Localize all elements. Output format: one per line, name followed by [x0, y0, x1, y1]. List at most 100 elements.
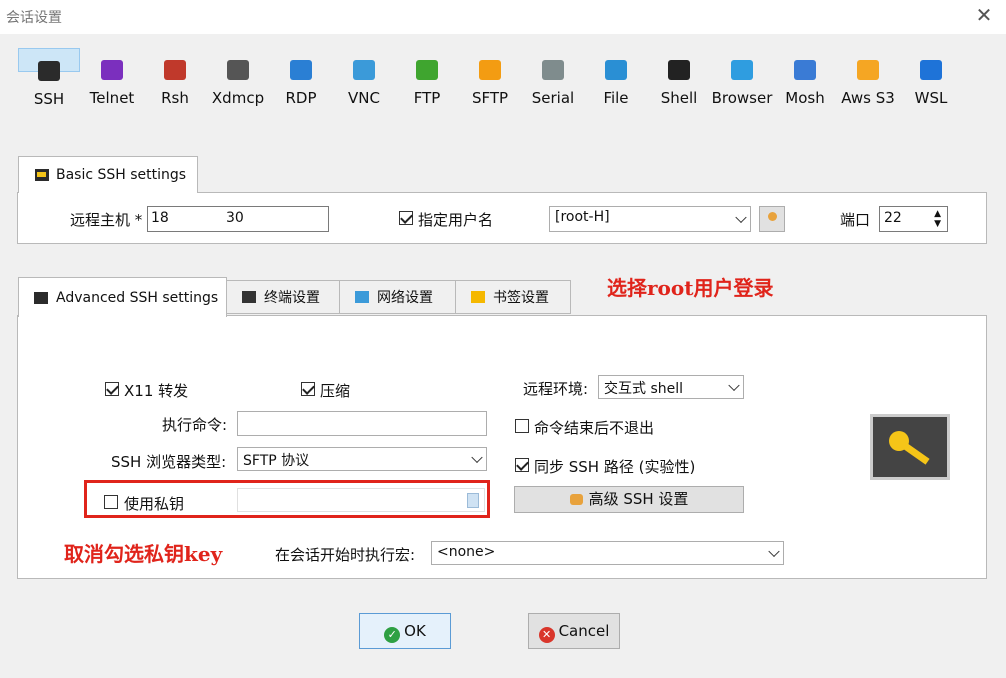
protocol-shell[interactable]: Shell — [648, 48, 710, 118]
protocol-label: Rsh — [161, 89, 189, 107]
serial-plug-icon — [542, 60, 564, 80]
file-browse-icon[interactable] — [467, 493, 479, 508]
rsh-icon — [164, 60, 186, 80]
private-key-input[interactable] — [237, 488, 485, 512]
browser-type-select[interactable]: SFTP 协议 — [237, 447, 487, 471]
ssh-key-icon — [35, 169, 49, 181]
chevron-down-icon — [735, 211, 747, 224]
tab-bookmark-settings[interactable]: 书签设置 — [455, 280, 571, 314]
protocol-sftp[interactable]: SFTP — [459, 48, 521, 118]
sync-path-label: 同步 SSH 路径 (实验性) — [534, 458, 696, 476]
protocol-label: Mosh — [785, 89, 825, 107]
macro-select[interactable]: <none> — [431, 541, 784, 565]
telnet-icon — [101, 60, 123, 80]
user-icon — [768, 212, 777, 221]
specify-user-checkbox[interactable] — [399, 211, 413, 225]
advanced-ssh-button[interactable]: 高级 SSH 设置 — [514, 486, 744, 513]
protocol-label: Shell — [660, 89, 698, 107]
remote-env-label: 远程环境: — [523, 380, 589, 398]
sync-path-checkbox[interactable] — [515, 458, 529, 472]
tab-label: 书签设置 — [493, 290, 549, 306]
protocol-file[interactable]: File — [585, 48, 647, 118]
aws-s3-cubes-icon — [857, 60, 879, 80]
protocol-label: Xdmcp — [211, 89, 265, 107]
protocol-rsh[interactable]: Rsh — [144, 48, 206, 118]
sftp-globe-icon — [479, 60, 501, 80]
exec-command-label: 执行命令: — [162, 416, 228, 434]
ok-button[interactable]: ✓ OK — [359, 613, 451, 649]
file-monitor-icon — [605, 60, 627, 80]
terminal-settings-icon — [242, 291, 256, 303]
username-select[interactable]: [root-H] — [549, 206, 751, 232]
tab-terminal-settings[interactable]: 终端设置 — [226, 280, 340, 314]
ok-check-icon: ✓ — [384, 627, 401, 643]
users-icon — [569, 494, 583, 505]
x11-forward-checkbox[interactable] — [105, 382, 119, 396]
exec-command-input[interactable] — [237, 411, 487, 436]
port-spinner[interactable]: 22 ▲ ▼ — [879, 206, 948, 232]
port-label: 端口 — [840, 211, 871, 229]
protocol-label: SFTP — [471, 89, 509, 107]
protocol-telnet[interactable]: Telnet — [81, 48, 143, 118]
protocol-rdp[interactable]: RDP — [270, 48, 332, 118]
advanced-settings-panel: X11 转发 压缩 远程环境: 交互式 shell 执行命令: 命令结束后不退出… — [17, 315, 987, 579]
protocol-aws-s3[interactable]: Aws S3 — [837, 48, 899, 118]
title-bar: 会话设置 ✕ — [0, 0, 1006, 34]
protocol-label: Browser — [711, 89, 773, 107]
tab-label: 网络设置 — [377, 290, 433, 306]
remote-host-input[interactable]: 18. 30 — [147, 206, 329, 232]
tab-basic-ssh-settings[interactable]: Basic SSH settings — [18, 156, 198, 193]
spin-down-icon[interactable]: ▼ — [934, 219, 941, 229]
protocol-label: Telnet — [89, 89, 135, 107]
protocol-serial[interactable]: Serial — [522, 48, 584, 118]
protocol-vnc[interactable]: VNC — [333, 48, 395, 118]
bookmark-star-icon — [471, 291, 485, 303]
chevron-down-icon — [728, 379, 740, 392]
protocol-wsl[interactable]: WSL — [900, 48, 962, 118]
no-exit-checkbox[interactable] — [515, 419, 529, 433]
protocol-label: Serial — [531, 89, 575, 107]
protocol-label: VNC — [348, 89, 380, 107]
tab-network-settings[interactable]: 网络设置 — [339, 280, 456, 314]
key-icon — [870, 414, 950, 480]
protocol-ssh[interactable]: SSH — [18, 48, 80, 108]
username-value: [root-H] — [555, 209, 610, 225]
mosh-satellite-icon — [794, 60, 816, 80]
remote-env-value: 交互式 shell — [604, 381, 684, 397]
tab-label: 终端设置 — [264, 290, 320, 306]
protocol-label: FTP — [413, 89, 441, 107]
cancel-label: Cancel — [558, 622, 610, 640]
macro-label: 在会话开始时执行宏: — [275, 546, 416, 564]
spin-up-icon[interactable]: ▲ — [934, 209, 941, 219]
protocol-browser[interactable]: Browser — [711, 48, 773, 118]
protocol-xdmcp[interactable]: Xdmcp — [207, 48, 269, 118]
remote-host-label: 远程主机 * — [70, 211, 143, 229]
ok-label: OK — [404, 622, 426, 640]
shell-terminal-icon — [668, 60, 690, 80]
port-value: 22 — [884, 210, 902, 226]
cancel-x-icon: ✕ — [538, 627, 555, 643]
protocol-ftp[interactable]: FTP — [396, 48, 458, 118]
private-key-checkbox[interactable] — [104, 495, 118, 509]
ssh-key-icon — [34, 291, 48, 304]
protocol-label: Aws S3 — [841, 89, 895, 107]
basic-settings-panel: 远程主机 * 18. 30 指定用户名 [root-H] 端口 22 ▲ ▼ — [17, 192, 987, 244]
close-icon[interactable]: ✕ — [972, 3, 996, 27]
host-redacted — [170, 208, 220, 230]
rdp-monitor-icon — [290, 60, 312, 80]
tab-advanced-ssh-settings[interactable]: Advanced SSH settings — [18, 277, 227, 317]
tab-basic-label: Basic SSH settings — [56, 167, 187, 183]
user-manager-button[interactable] — [759, 206, 785, 232]
protocol-label: WSL — [914, 89, 948, 107]
chevron-down-icon — [471, 451, 483, 464]
tab-label: Advanced SSH settings — [56, 289, 219, 306]
cancel-button[interactable]: ✕ Cancel — [528, 613, 620, 649]
protocol-mosh[interactable]: Mosh — [774, 48, 836, 118]
specify-user-label: 指定用户名 — [418, 211, 494, 229]
private-key-label: 使用私钥 — [124, 495, 185, 513]
host-value-suffix: 30 — [226, 210, 244, 226]
compress-checkbox[interactable] — [301, 382, 315, 396]
ssh-key-icon — [38, 61, 60, 81]
vnc-icon — [353, 60, 375, 80]
remote-env-select[interactable]: 交互式 shell — [598, 375, 744, 399]
